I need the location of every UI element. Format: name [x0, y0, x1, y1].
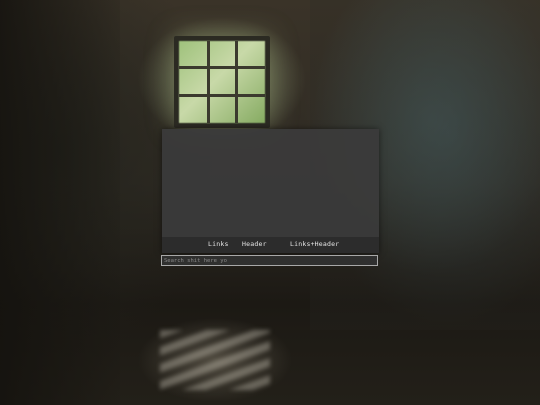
window-mullion	[179, 66, 265, 69]
window-mullion	[235, 41, 238, 123]
tab-bar: Links Header Links+Header	[162, 237, 379, 253]
background-shadow-left	[0, 0, 120, 405]
background-window	[179, 41, 265, 123]
tab-header[interactable]: Header	[242, 240, 267, 248]
tab-links[interactable]: Links	[208, 240, 229, 248]
startpage-panel: Links Header Links+Header	[162, 129, 379, 253]
tab-links-header[interactable]: Links+Header	[290, 240, 339, 248]
window-mullion	[207, 41, 210, 123]
panel-content-area	[162, 129, 379, 237]
window-mullion	[179, 94, 265, 97]
background-floor-light	[160, 330, 270, 390]
search-input[interactable]	[161, 255, 378, 266]
